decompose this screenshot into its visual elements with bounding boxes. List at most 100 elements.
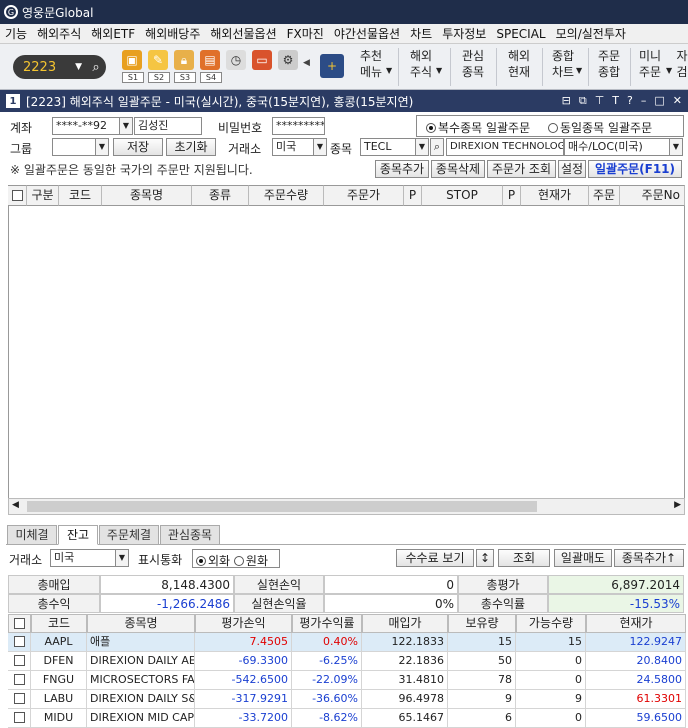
exchange-dropdown-icon[interactable]: ▼ bbox=[313, 138, 327, 156]
toolbar-btn-order[interactable]: 주문 종합 bbox=[590, 48, 628, 86]
menu-item-3[interactable]: 해외배당주 bbox=[140, 25, 205, 42]
scroll-left-icon[interactable]: ◀ bbox=[303, 58, 310, 68]
currency-won-radio[interactable]: 원화 bbox=[233, 554, 268, 568]
print-icon[interactable]: ▤ bbox=[200, 50, 220, 70]
stock-code-field[interactable]: TECL bbox=[360, 138, 416, 156]
menu-item-9[interactable]: SPECIAL bbox=[491, 27, 550, 41]
add-stock-button[interactable]: 종목추가 bbox=[375, 160, 429, 178]
save-button[interactable]: 저장 bbox=[113, 138, 163, 156]
chevron-down-icon[interactable]: ▼ bbox=[436, 66, 442, 75]
chevron-down-icon[interactable]: ▼ bbox=[386, 66, 392, 75]
menu-item-7[interactable]: 차트 bbox=[405, 25, 437, 42]
bulk-sell-button[interactable]: 일괄매도 bbox=[554, 549, 612, 567]
select-all-checkbox[interactable] bbox=[8, 185, 27, 206]
order-type-dropdown-icon[interactable]: ▼ bbox=[669, 138, 683, 156]
settings-button[interactable]: 설정 bbox=[558, 160, 586, 178]
delete-stock-button[interactable]: 종목삭제 bbox=[431, 160, 485, 178]
toolbar-btn-mini-order[interactable]: 미니 주문 bbox=[632, 48, 668, 86]
balance-add-stock-button[interactable]: 종목추가↑ bbox=[614, 549, 684, 567]
tab-balance[interactable]: 잔고 bbox=[58, 525, 98, 545]
menu-item-8[interactable]: 투자정보 bbox=[437, 25, 491, 42]
exchange-select[interactable]: 미국 bbox=[272, 138, 314, 156]
menu-item-5[interactable]: FX마진 bbox=[282, 25, 329, 42]
scroll-right-icon[interactable]: ▶ bbox=[674, 500, 681, 510]
close-icon[interactable]: ✕ bbox=[673, 94, 682, 108]
currency-label: 표시통화 bbox=[138, 553, 183, 567]
toolbar-btn-current-price[interactable]: 해외 현재 bbox=[500, 48, 538, 86]
menu-item-2[interactable]: 해외ETF bbox=[86, 25, 140, 42]
tab-order-fills[interactable]: 주문체결 bbox=[99, 525, 159, 545]
minimize-icon[interactable]: – bbox=[641, 94, 647, 108]
batch-order-button[interactable]: 일괄주문(F11) bbox=[588, 160, 682, 178]
shortcut-s4[interactable]: S4 bbox=[200, 72, 222, 83]
menu-item-4[interactable]: 해외선물옵션 bbox=[205, 25, 281, 42]
stock-dropdown-icon[interactable]: ▼ bbox=[415, 138, 429, 156]
row-checkbox[interactable] bbox=[8, 690, 31, 709]
mode-same-radio[interactable]: 동일종목 일괄주문 bbox=[547, 121, 652, 135]
screen-number-combo[interactable]: 2223 ▼ ⌕ bbox=[13, 55, 106, 79]
col-header-name: 종목명 bbox=[102, 185, 192, 206]
currency-foreign-radio[interactable]: 외화 bbox=[196, 554, 230, 568]
query-button[interactable]: 조회 bbox=[498, 549, 550, 567]
account-number-field[interactable]: ****-**92 bbox=[52, 117, 120, 135]
stock-search-icon[interactable]: ⌕ bbox=[430, 138, 444, 156]
cell-name: MICROSECTORS FANG bbox=[87, 671, 195, 690]
order-type-select[interactable]: 매수/LOC(미국) bbox=[564, 138, 670, 156]
toolbar-btn-recommend[interactable]: 추천 메뉴 bbox=[352, 48, 390, 86]
toolbar-btn-watchlist[interactable]: 관심 종목 bbox=[454, 48, 492, 86]
link-icon[interactable]: ⊟ bbox=[562, 94, 571, 108]
lock-icon[interactable]: 🔒︎ bbox=[174, 50, 194, 70]
menu-item-10[interactable]: 모의/실전투자 bbox=[551, 25, 631, 42]
row-checkbox[interactable] bbox=[8, 709, 31, 728]
group-select[interactable] bbox=[52, 138, 96, 156]
cell-rate: -36.60% bbox=[292, 690, 362, 709]
scroll-thumb[interactable] bbox=[27, 501, 537, 512]
shortcut-s2[interactable]: S2 bbox=[148, 72, 170, 83]
order-mode-radio-group: 복수종목 일괄주문 동일종목 일괄주문 bbox=[416, 115, 684, 137]
mode-multi-radio[interactable]: 복수종목 일괄주문 bbox=[426, 121, 530, 135]
dropdown-icon[interactable]: ▼ bbox=[75, 62, 82, 72]
password-field[interactable]: ********* bbox=[272, 117, 325, 135]
order-grid-body[interactable] bbox=[8, 206, 685, 498]
copy-window-icon[interactable]: ⧉ bbox=[579, 94, 587, 108]
col-header-code: 코드 bbox=[59, 185, 102, 206]
group-dropdown-icon[interactable]: ▼ bbox=[95, 138, 109, 156]
add-window-icon[interactable]: + bbox=[320, 54, 344, 78]
gear-icon[interactable]: ⚙ bbox=[278, 50, 298, 70]
order-price-query-button[interactable]: 주문가 조회 bbox=[487, 160, 556, 178]
menu-item-0[interactable]: 기능 bbox=[0, 25, 32, 42]
row-checkbox[interactable] bbox=[8, 671, 31, 690]
fee-view-button[interactable]: 수수료 보기 bbox=[396, 549, 474, 567]
toolbar-btn-more[interactable]: 자검 bbox=[676, 48, 688, 86]
reset-button[interactable]: 초기화 bbox=[166, 138, 216, 156]
shortcut-s3[interactable]: S3 bbox=[174, 72, 196, 83]
scroll-left-icon[interactable]: ◀ bbox=[12, 500, 19, 510]
pin-icon[interactable]: ⊤ bbox=[595, 94, 605, 108]
font-size-icon[interactable]: T bbox=[612, 94, 619, 108]
save-icon[interactable]: ▣ bbox=[122, 50, 142, 70]
maximize-icon[interactable]: □ bbox=[654, 94, 664, 108]
help-icon[interactable]: ? bbox=[627, 94, 633, 108]
balance-select-all-checkbox[interactable] bbox=[8, 614, 31, 633]
search-icon[interactable]: ⌕ bbox=[86, 60, 106, 75]
menu-item-6[interactable]: 야간선물옵션 bbox=[329, 25, 405, 42]
balance-exchange-select[interactable]: 미국 bbox=[50, 549, 116, 567]
chevron-down-icon[interactable]: ▼ bbox=[666, 66, 672, 75]
monitor-icon[interactable]: ▭ bbox=[252, 50, 272, 70]
row-checkbox[interactable] bbox=[8, 633, 31, 652]
menu-item-1[interactable]: 해외주식 bbox=[32, 25, 86, 42]
toolbar-btn-overseas-stock[interactable]: 해외 주식 bbox=[402, 48, 440, 86]
tab-unfilled[interactable]: 미체결 bbox=[7, 525, 57, 545]
sort-icon[interactable]: ↕ bbox=[476, 549, 494, 567]
balance-exchange-dropdown-icon[interactable]: ▼ bbox=[115, 549, 129, 567]
chevron-down-icon[interactable]: ▼ bbox=[576, 66, 582, 75]
row-checkbox[interactable] bbox=[8, 652, 31, 671]
toolbar-btn-chart[interactable]: 종합 차트 bbox=[546, 48, 580, 86]
shortcut-s1[interactable]: S1 bbox=[122, 72, 144, 83]
horizontal-scrollbar[interactable]: ◀ ▶ bbox=[8, 498, 685, 515]
tab-watchlist[interactable]: 관심종목 bbox=[160, 525, 220, 545]
brush-icon[interactable]: ✎ bbox=[148, 50, 168, 70]
bal-col-avail: 가능수량 bbox=[516, 614, 586, 633]
account-dropdown-icon[interactable]: ▼ bbox=[119, 117, 133, 135]
clock-icon[interactable]: ◷ bbox=[226, 50, 246, 70]
